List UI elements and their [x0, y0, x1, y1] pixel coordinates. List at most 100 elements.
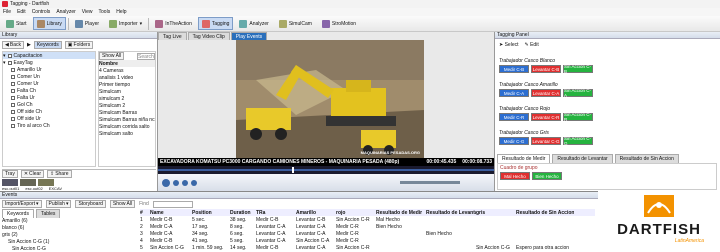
tree-item[interactable]: Gol Ch [3, 101, 95, 108]
import-export-button[interactable]: Import/Export ▾ [2, 200, 42, 208]
library-button[interactable]: Library [32, 17, 66, 30]
column-header[interactable]: Duration [230, 210, 256, 216]
find-input[interactable] [152, 200, 193, 208]
tagging-button[interactable]: Tagging [197, 17, 234, 30]
show-all-button[interactable]: Show All [99, 52, 125, 60]
storyboard-button[interactable]: Storyboard [75, 200, 106, 208]
tree-item[interactable]: Comer Un [3, 73, 95, 80]
menu-controls[interactable]: Controls [32, 9, 51, 15]
intheaction-button[interactable]: InTheAction [151, 17, 196, 30]
start-button[interactable]: Start [2, 17, 31, 30]
list-item[interactable]: Simulcam Barras [99, 109, 155, 116]
tag-button[interactable]: Levantar C-R [531, 113, 561, 121]
tree-item[interactable]: ▾ Capacitacion [3, 52, 95, 59]
tag-button[interactable]: Medir C-A [499, 89, 529, 97]
list-item[interactable]: Simulcam Barras niña nc [99, 116, 155, 123]
checkbox[interactable] [11, 123, 15, 128]
publish-button[interactable]: Publish ▾ [45, 200, 72, 208]
menu-analyzer[interactable]: Analyzer [56, 9, 75, 15]
thumbnail[interactable] [38, 179, 54, 186]
tag-button[interactable]: Levantar C-G [531, 137, 561, 145]
menu-view[interactable]: View [82, 9, 93, 15]
checkbox[interactable] [11, 116, 15, 121]
timeline[interactable] [158, 166, 494, 174]
tab-play-events[interactable]: Play Events [230, 32, 268, 40]
tray-button[interactable]: Tray [2, 170, 18, 178]
clear-button[interactable]: ✕ Clear [20, 170, 44, 178]
tag-button[interactable]: Medir C-B [499, 65, 529, 73]
checkbox[interactable] [11, 81, 15, 86]
menu-edit[interactable]: Edit [17, 9, 26, 15]
checkbox[interactable] [11, 88, 15, 93]
tree-item[interactable]: Sin Accion C-G [2, 245, 138, 252]
keywords-tab[interactable]: Keywords [33, 41, 62, 49]
tree-item[interactable]: blanco (6) [2, 224, 138, 231]
list-item[interactable]: Simulcam [99, 88, 155, 95]
table-row[interactable]: 4 Medir C-B 41 seg. 5 seg. Levantar C-A Sin A… [140, 237, 595, 244]
volume-slider[interactable] [400, 181, 460, 184]
checkbox[interactable] [11, 109, 15, 114]
menu-file[interactable]: File [3, 9, 11, 15]
checkbox[interactable] [11, 95, 15, 100]
play-icon[interactable] [162, 178, 170, 187]
search-input[interactable]: Search [137, 52, 155, 60]
checkbox[interactable] [7, 53, 12, 58]
select-button[interactable]: ➤ Select [499, 42, 519, 48]
playhead[interactable] [292, 167, 295, 173]
name-column-header[interactable]: Nombre [99, 60, 155, 67]
player-button[interactable]: Player [71, 17, 103, 30]
stromotion-button[interactable]: StroMotion [318, 17, 360, 30]
edit-button[interactable]: ✎ Edit [525, 42, 539, 48]
column-header[interactable]: # [140, 210, 150, 216]
tag-button[interactable]: Medir C-R [499, 113, 529, 121]
table-row[interactable]: 2 Medir C-A 17 seg. 8 seg. Levantar C-A Levan… [140, 223, 595, 230]
menu-tools[interactable]: Tools [99, 9, 111, 15]
column-header[interactable]: TRa [256, 210, 296, 216]
tree-item[interactable]: Falta Ur [3, 94, 95, 101]
menu-help[interactable]: Help [116, 9, 126, 15]
column-header[interactable]: gris [476, 210, 516, 216]
checkbox[interactable] [11, 74, 15, 79]
analyzer-button[interactable]: Analyzer [235, 17, 272, 30]
tag-button[interactable]: Sin Accion C-A [563, 88, 593, 98]
video-frame[interactable]: MAQUINARIAS PESADAS.ORG [236, 40, 424, 158]
thumbnail[interactable] [20, 179, 36, 186]
table-row[interactable]: 1 Medir C-B 5 sec. 38 seg. Medir C-B Levantar… [140, 216, 595, 223]
loop-icon[interactable] [191, 179, 197, 186]
list-item[interactable]: Simulcam corrida salto [99, 123, 155, 130]
tree-item[interactable]: Off side Ch [3, 108, 95, 115]
list-item[interactable]: Simulcam salto [99, 130, 155, 137]
column-header[interactable]: Resultado de Medir [376, 210, 426, 216]
list-item[interactable]: simulcam 2 [99, 95, 155, 102]
tree-item[interactable]: Comer Ur [3, 80, 95, 87]
column-header[interactable]: rojo [336, 210, 376, 216]
tag-button[interactable]: Sin Accion C-B [563, 64, 593, 74]
tag-button[interactable]: Levantar C-A [531, 89, 561, 97]
folders-tab[interactable]: ▣ Folders [64, 41, 94, 49]
next-icon[interactable] [182, 179, 188, 186]
tree-item[interactable]: gris (2) [2, 231, 138, 238]
tag-button[interactable]: Mal Hecho [500, 172, 530, 180]
checkbox[interactable] [11, 102, 15, 107]
tab-tag-live[interactable]: Tag Live [158, 32, 187, 40]
show-all-events-button[interactable]: Show All [109, 200, 136, 208]
thumbnail[interactable] [2, 179, 18, 186]
column-header[interactable]: Resultado de Levantar [426, 210, 476, 216]
column-header[interactable]: Position [192, 210, 230, 216]
tab-resultado-levantar[interactable]: Resultado de Levantar [552, 154, 613, 163]
simulcam-button[interactable]: SimulCam [275, 17, 316, 30]
column-header[interactable]: Name [150, 210, 192, 216]
tag-button[interactable]: Sin Accion C-R [563, 112, 593, 122]
back-button[interactable]: ◀ Back [2, 41, 24, 49]
checkbox[interactable] [7, 60, 12, 65]
checkbox[interactable] [11, 67, 15, 72]
column-header[interactable]: Amarillo [296, 210, 336, 216]
list-item[interactable]: Primer tiempo [99, 81, 155, 88]
tag-button[interactable]: Sin Accion C-G [563, 136, 593, 146]
list-item[interactable]: Simulcam 2 [99, 102, 155, 109]
tab-resultado-sin-accion[interactable]: Resultado de Sin Accion [614, 154, 679, 163]
tree-item[interactable]: Amarillo (6) [2, 217, 138, 224]
importer-button[interactable]: Importer ▾ [105, 17, 146, 30]
table-row[interactable]: 3 Medir C-A 34 seg. 6 seg. Levantar C-A Levan… [140, 230, 595, 237]
tag-button[interactable]: Bien Hecho [532, 172, 562, 180]
